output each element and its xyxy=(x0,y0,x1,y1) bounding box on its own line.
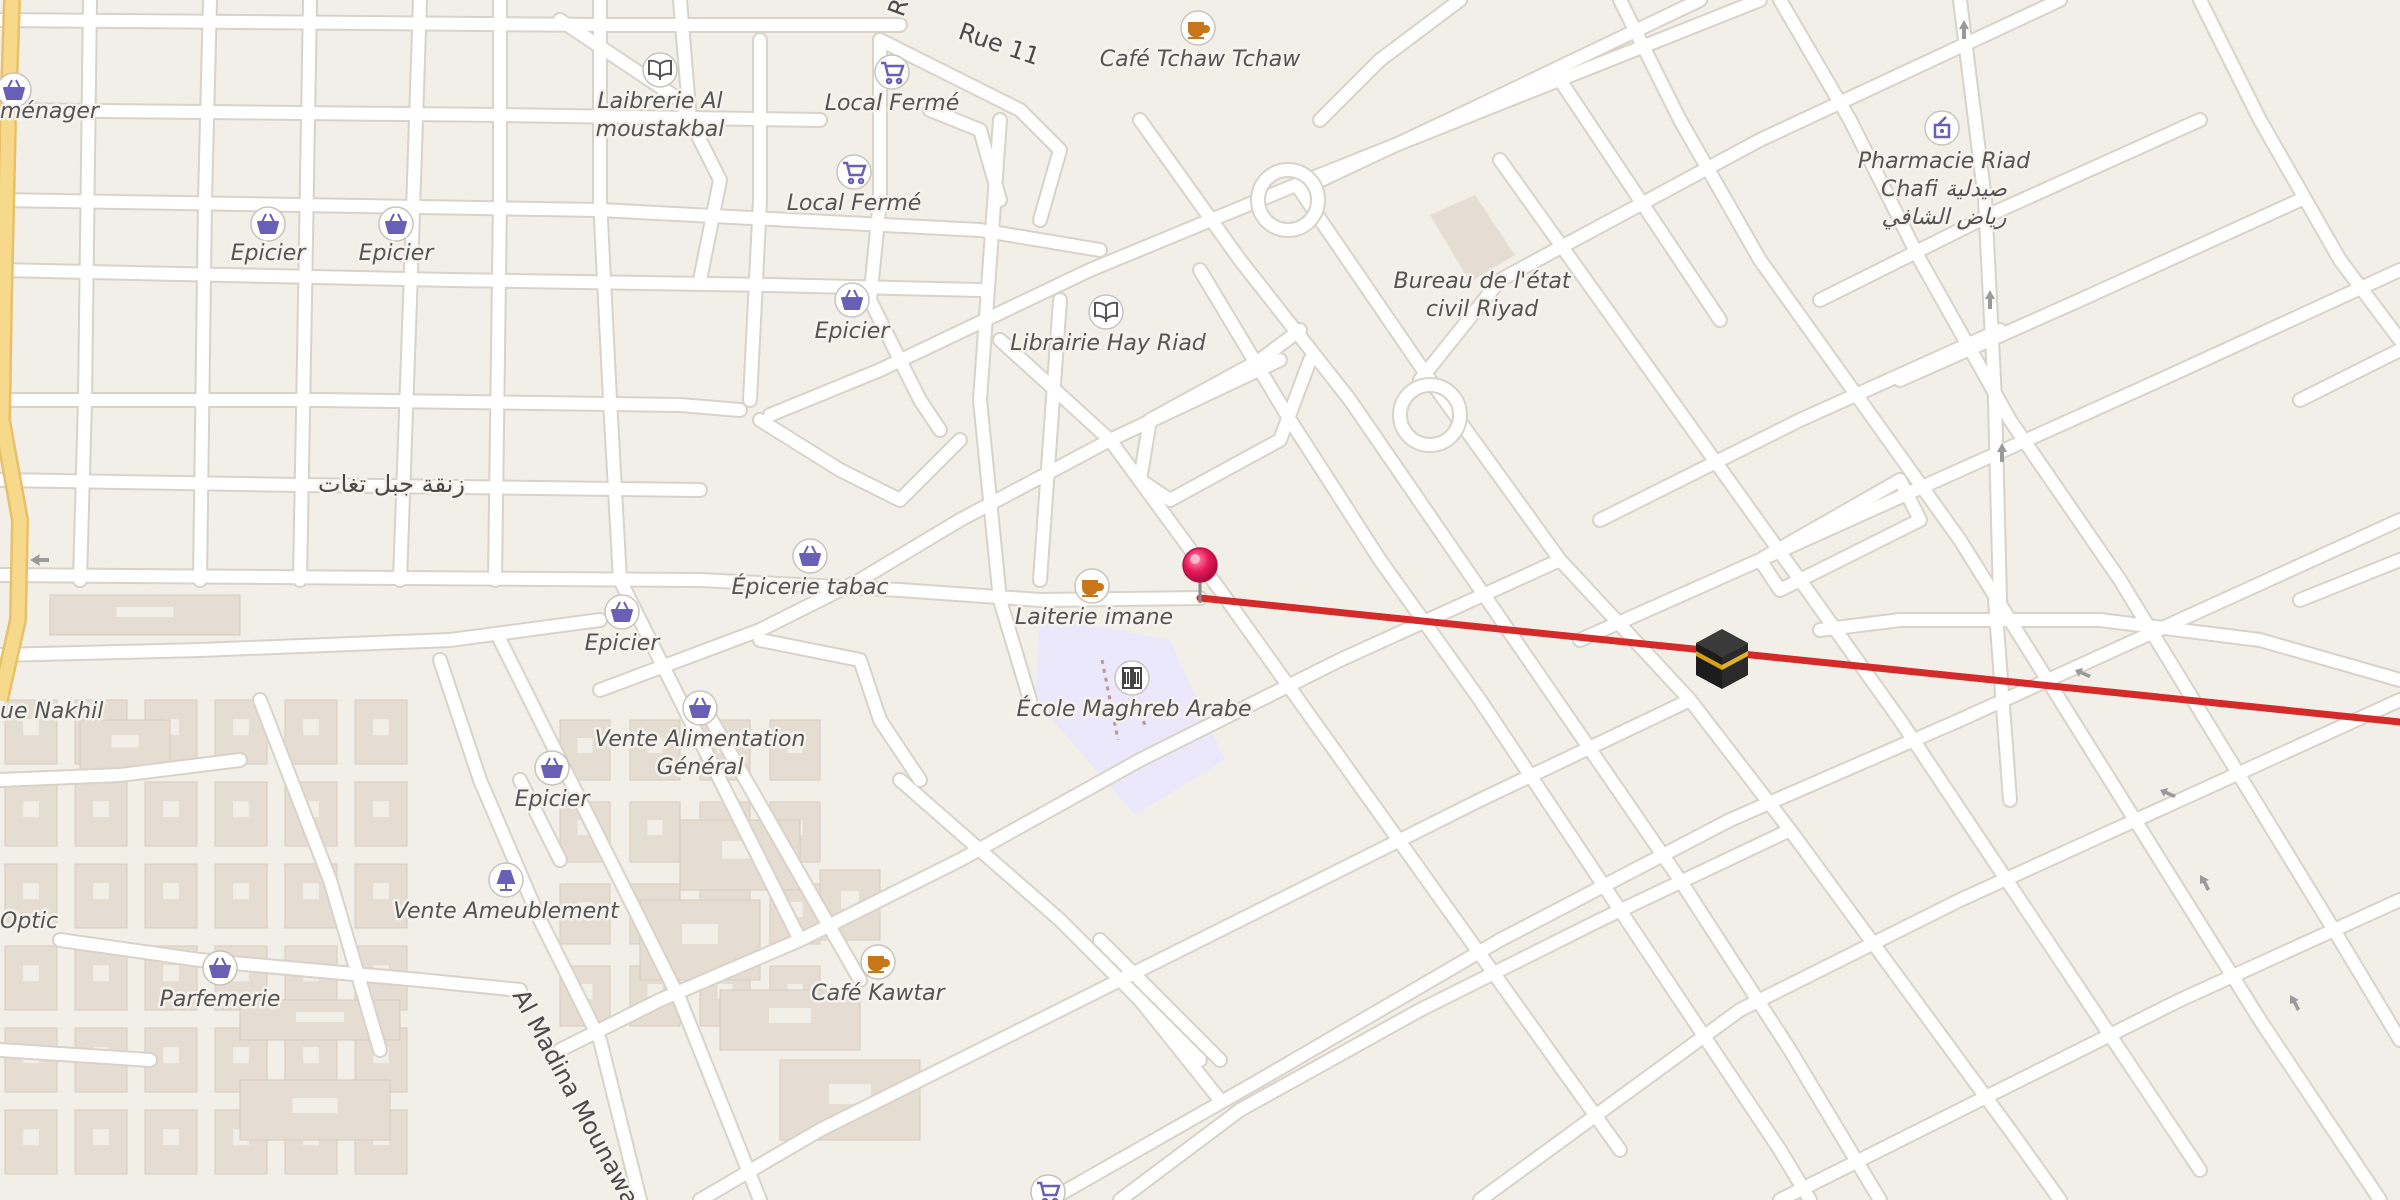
basket-icon[interactable] xyxy=(834,282,870,318)
poi-label: Epicier xyxy=(231,241,308,266)
poi-label: Epicier xyxy=(359,241,436,266)
basket-icon[interactable] xyxy=(682,690,718,726)
poi-label: moustakbal xyxy=(596,117,725,142)
poi-label: Epicier xyxy=(815,319,892,344)
poi-label: ue Nakhil xyxy=(0,699,103,724)
poi-label: Café Kawtar xyxy=(811,981,946,1006)
poi-label: Laibrerie Al xyxy=(597,89,722,114)
poi-label: ménager xyxy=(0,99,101,124)
poi-nakhil[interactable]: ue Nakhil xyxy=(0,697,106,727)
book-icon[interactable] xyxy=(642,52,678,88)
poi-label: Vente Ameublement xyxy=(393,899,620,924)
basket-icon[interactable] xyxy=(792,538,828,574)
basket-icon[interactable] xyxy=(250,206,286,242)
lamp-icon[interactable] xyxy=(488,862,524,898)
poi-label: civil Riyad xyxy=(1426,297,1539,322)
pharmacy-icon[interactable] xyxy=(1924,110,1960,146)
poi-label: École Maghreb Arabe xyxy=(1016,696,1251,722)
poi-label: رياض الشافي xyxy=(1881,205,2006,230)
basket-icon[interactable] xyxy=(534,750,570,786)
poi-label: Café Tchaw Tchaw xyxy=(1100,47,1302,72)
poi-label: Optic xyxy=(0,909,58,934)
poi-label: Epicier xyxy=(585,631,662,656)
cafe-icon[interactable] xyxy=(1074,568,1110,604)
poi-label: Librairie Hay Riad xyxy=(1010,331,1207,356)
poi-label: Pharmacie Riad xyxy=(1858,149,2031,174)
cafe-icon[interactable] xyxy=(860,944,896,980)
basket-icon[interactable] xyxy=(378,206,414,242)
poi-label: Parfemerie xyxy=(160,987,281,1012)
poi-label: Local Fermé xyxy=(825,91,960,116)
map-canvas[interactable]: Rue 11 R زنقة جبل تغات Al Madina Mounawa… xyxy=(0,0,2400,1200)
cart-icon[interactable] xyxy=(836,154,872,190)
street-label-arabic: زنقة جبل تغات xyxy=(318,470,465,498)
book-icon[interactable] xyxy=(1088,294,1124,330)
poi-label: Epicier xyxy=(515,787,592,812)
basket-icon[interactable] xyxy=(604,594,640,630)
map-layer: Rue 11 R زنقة جبل تغات Al Madina Mounawa… xyxy=(0,0,2400,1200)
poi-label: Laiterie imane xyxy=(1015,605,1173,630)
poi-optic[interactable]: Optic xyxy=(0,907,61,937)
school-icon[interactable] xyxy=(1114,660,1150,696)
cafe-icon[interactable] xyxy=(1180,10,1216,46)
poi-label: Épicerie tabac xyxy=(732,574,889,600)
cart-icon[interactable] xyxy=(874,54,910,90)
poi-label: Général xyxy=(657,755,744,780)
poi-label: Chafi صيدلية xyxy=(1881,177,2007,202)
poi-label: Vente Alimentation xyxy=(595,727,806,752)
poi-label: Local Fermé xyxy=(787,191,922,216)
basket-icon[interactable] xyxy=(202,950,238,986)
poi-label: Bureau de l'état xyxy=(1394,269,1572,294)
